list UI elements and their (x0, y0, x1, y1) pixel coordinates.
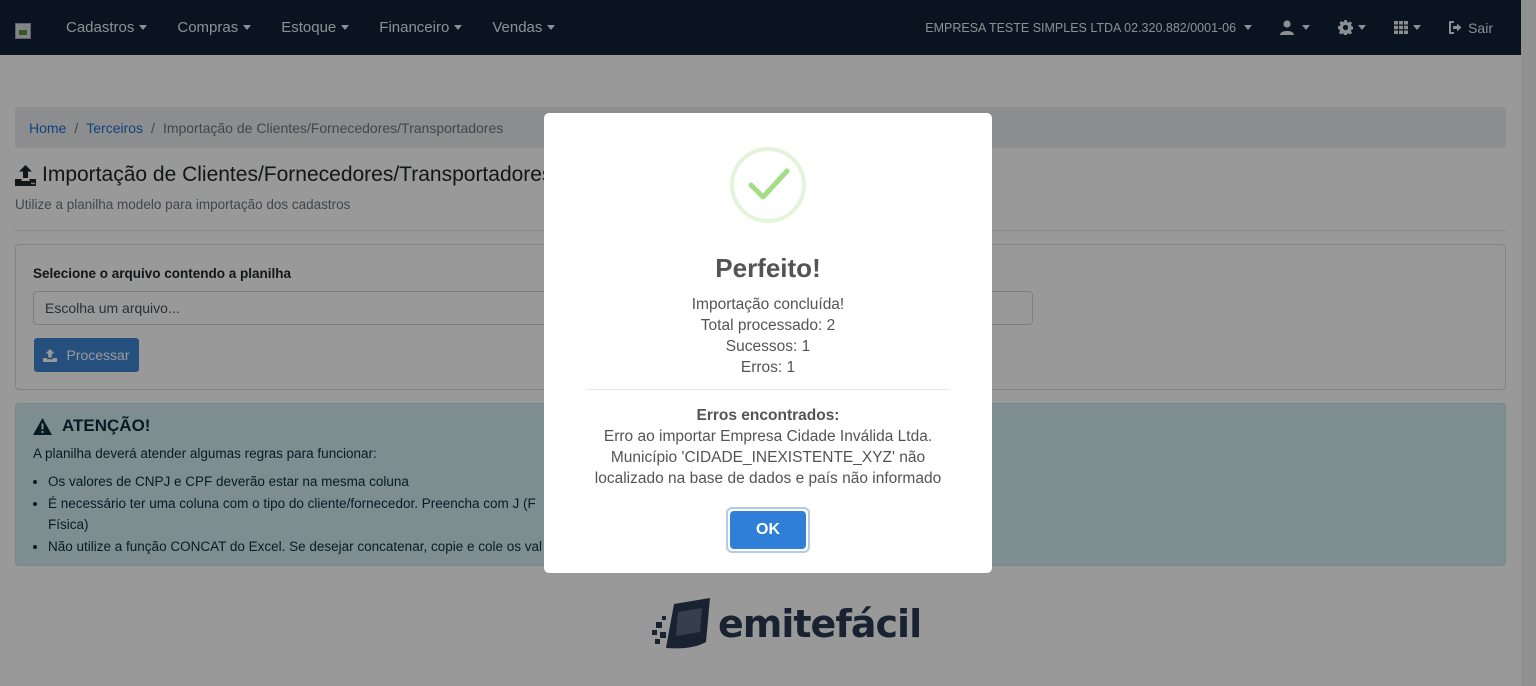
modal-title: Perfeito! (715, 253, 821, 283)
summary-line: Sucessos: 1 (725, 338, 811, 355)
errors-text: Erro ao importar Empresa Cidade Inválida… (594, 428, 942, 487)
modal-summary: Importação concluída! Total processado: … (544, 294, 992, 378)
success-modal: Perfeito! Importação concluída! Total pr… (544, 113, 992, 573)
summary-line: Importação concluída! (691, 296, 845, 313)
ok-button[interactable]: OK (730, 511, 806, 549)
summary-line: Erros: 1 (740, 359, 796, 376)
modal-divider (586, 389, 950, 390)
success-check-icon (730, 147, 806, 223)
summary-line: Total processado: 2 (700, 317, 836, 334)
check-icon (748, 168, 790, 200)
errors-title: Erros encontrados: (696, 407, 840, 424)
ok-button-focus-ring: OK (726, 507, 810, 553)
